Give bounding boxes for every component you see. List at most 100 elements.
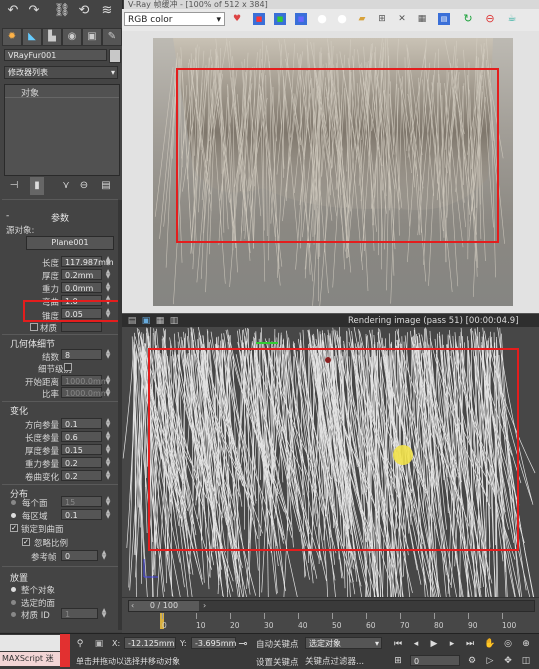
time-config-icon[interactable]: ⚙ [466, 655, 478, 667]
whole-object-radio[interactable] [11, 587, 16, 592]
selected-faces-radio[interactable] [11, 600, 16, 605]
mono-channel-icon[interactable]: ● [336, 13, 348, 25]
region-render-icon[interactable]: ▤ [438, 13, 450, 25]
material-id-field[interactable]: 1 [61, 608, 98, 619]
pan-icon[interactable]: ✋ [484, 638, 496, 650]
clear-image-icon[interactable]: ✕ [396, 13, 408, 25]
per-area-radio[interactable] [11, 513, 16, 518]
key-mode-toggle-icon[interactable]: ⊞ [392, 655, 404, 667]
start-distance-field[interactable]: 1000.0mm [61, 375, 109, 386]
key-filters-button[interactable]: 关键点过滤器... [305, 655, 385, 667]
goto-end-icon[interactable]: ⏭ [464, 638, 476, 650]
walkthrough-icon[interactable]: ✥ [502, 655, 514, 667]
load-image-icon[interactable]: ⊞ [376, 13, 388, 25]
curl-variation-spinner[interactable]: ▲ ▼ [104, 470, 112, 481]
thickness-field[interactable]: 0.2mm [61, 269, 102, 280]
key-mode-dropdown[interactable]: 选定对象 ▾ [305, 637, 382, 649]
thickness-variation-spinner[interactable]: ▲ ▼ [104, 444, 112, 455]
configure-sets-icon[interactable]: ▤ [96, 177, 116, 195]
material-id-spinner[interactable]: ▲ ▼ [100, 608, 108, 619]
gravity-field[interactable]: 0.0mm [61, 282, 102, 293]
set-key-button[interactable]: 设置关键点 [256, 656, 299, 668]
object-color-swatch[interactable] [109, 49, 121, 63]
object-name-field[interactable]: VRayFur001 [4, 49, 107, 61]
per-area-spinner[interactable]: ▲ ▼ [104, 509, 112, 520]
display-tab-icon[interactable]: ▣ [82, 28, 102, 46]
rate-spinner[interactable]: ▲ ▼ [104, 387, 112, 398]
material-field[interactable] [61, 322, 102, 332]
motion-tab-icon[interactable]: ◉ [62, 28, 82, 46]
length-variation-field[interactable]: 0.6 [61, 431, 102, 442]
material-checkbox[interactable] [30, 323, 38, 331]
stack-item-object[interactable]: 对象 [5, 85, 119, 99]
reference-frame-field[interactable]: 0 [61, 550, 98, 561]
stop-render-icon[interactable]: ⊖ [484, 13, 496, 25]
slider-prev-icon[interactable]: ‹ [131, 601, 134, 611]
channel-dropdown[interactable]: RGB color ▾ [124, 12, 225, 26]
length-variation-spinner[interactable]: ▲ ▼ [104, 431, 112, 442]
play-icon[interactable]: ▶ [428, 638, 440, 650]
reference-frame-spinner[interactable]: ▲ ▼ [100, 550, 108, 561]
maxscript-input[interactable] [0, 635, 60, 651]
per-face-spinner[interactable]: ▲ ▼ [104, 496, 112, 507]
time-slider-thumb[interactable]: 0 / 100 [129, 601, 199, 611]
knots-spinner[interactable]: ▲ ▼ [104, 349, 112, 360]
history-icon[interactable]: ▦ [416, 13, 428, 25]
direction-variation-field[interactable]: 0.1 [61, 418, 102, 429]
viewport-camera-icon[interactable]: ▦ [154, 315, 166, 327]
direction-variation-spinner[interactable]: ▲ ▼ [104, 418, 112, 429]
time-slider[interactable]: 0 / 100 › ‹ [128, 600, 535, 612]
unlink-icon[interactable]: ⟲ [74, 2, 94, 20]
green-channel-icon[interactable]: ■ [274, 13, 286, 25]
thickness-spinner[interactable]: ▲ ▼ [104, 269, 112, 280]
refresh-icon[interactable]: ↻ [462, 13, 474, 25]
absolute-mode-icon[interactable]: ▣ [93, 638, 105, 650]
zoom-icon[interactable]: ⊕ [520, 638, 532, 650]
modifier-stack[interactable]: 对象 [4, 84, 120, 176]
field-of-view-icon[interactable]: ▷ [484, 655, 496, 667]
bind-spacewarp-icon[interactable]: ≋ [97, 2, 117, 20]
lock-selection-icon[interactable]: ⚲ [74, 638, 86, 650]
make-unique-icon[interactable]: ⋎ [56, 177, 76, 195]
start-distance-spinner[interactable]: ▲ ▼ [104, 375, 112, 386]
viewport-shading-icon[interactable]: ▣ [140, 315, 152, 327]
auto-key-button[interactable]: 自动关键点 [256, 638, 299, 650]
alpha-channel-icon[interactable]: ● [316, 13, 328, 25]
show-end-result-icon[interactable]: ▮ [30, 177, 44, 195]
prev-frame-icon[interactable]: ◂ [410, 638, 422, 650]
rollout-toggle-icon[interactable]: - [6, 211, 9, 221]
pin-stack-icon[interactable]: ⊣ [4, 177, 24, 195]
create-tab-icon[interactable]: ✹ [2, 28, 22, 46]
remove-modifier-icon[interactable]: ⊖ [74, 177, 94, 195]
teapot-render-icon[interactable]: ☕ [506, 13, 518, 25]
goto-start-icon[interactable]: ⏮ [392, 638, 404, 650]
gravity-spinner[interactable]: ▲ ▼ [104, 282, 112, 293]
gravity-variation-spinner[interactable]: ▲ ▼ [104, 457, 112, 468]
lod-checkbox[interactable] [64, 363, 72, 371]
length-spinner[interactable]: ▲ ▼ [104, 256, 112, 267]
orbit-icon[interactable]: ◎ [502, 638, 514, 650]
modify-tab-icon[interactable]: ◣ [22, 28, 42, 46]
ignore-scale-checkbox[interactable]: ✓ [22, 538, 30, 546]
key-icon[interactable]: ⊸ [237, 638, 249, 650]
modifier-list-dropdown[interactable]: 修改器列表 ▾ [4, 66, 118, 79]
curl-variation-field[interactable]: 0.2 [61, 470, 102, 481]
x-coordinate-field[interactable]: -12.125mm [124, 637, 176, 649]
slider-next-icon[interactable]: › [203, 601, 206, 611]
rate-field[interactable]: 1000.0mm [61, 387, 109, 398]
red-channel-icon[interactable]: ■ [253, 13, 265, 25]
maxscript-listener[interactable]: MAXScript 迷 [0, 652, 60, 666]
params-rollout-title[interactable]: 参数 [51, 211, 69, 224]
link-icon[interactable]: ⛓ [52, 2, 72, 20]
save-folder-icon[interactable]: ▰ [356, 13, 368, 25]
y-coordinate-field[interactable]: -3.695mm [191, 637, 236, 649]
redo-icon[interactable]: ↷ [24, 2, 44, 20]
per-area-field[interactable]: 0.1 [61, 509, 102, 520]
hierarchy-tab-icon[interactable]: ▙ [42, 28, 62, 46]
current-frame-field[interactable]: 0 [410, 655, 460, 666]
material-id-radio[interactable] [11, 612, 16, 617]
maximize-viewport-icon[interactable]: ◫ [520, 655, 532, 667]
lock-to-surface-checkbox[interactable]: ✓ [10, 524, 18, 532]
undo-icon[interactable]: ↶ [3, 2, 23, 20]
per-face-radio[interactable] [11, 500, 16, 505]
